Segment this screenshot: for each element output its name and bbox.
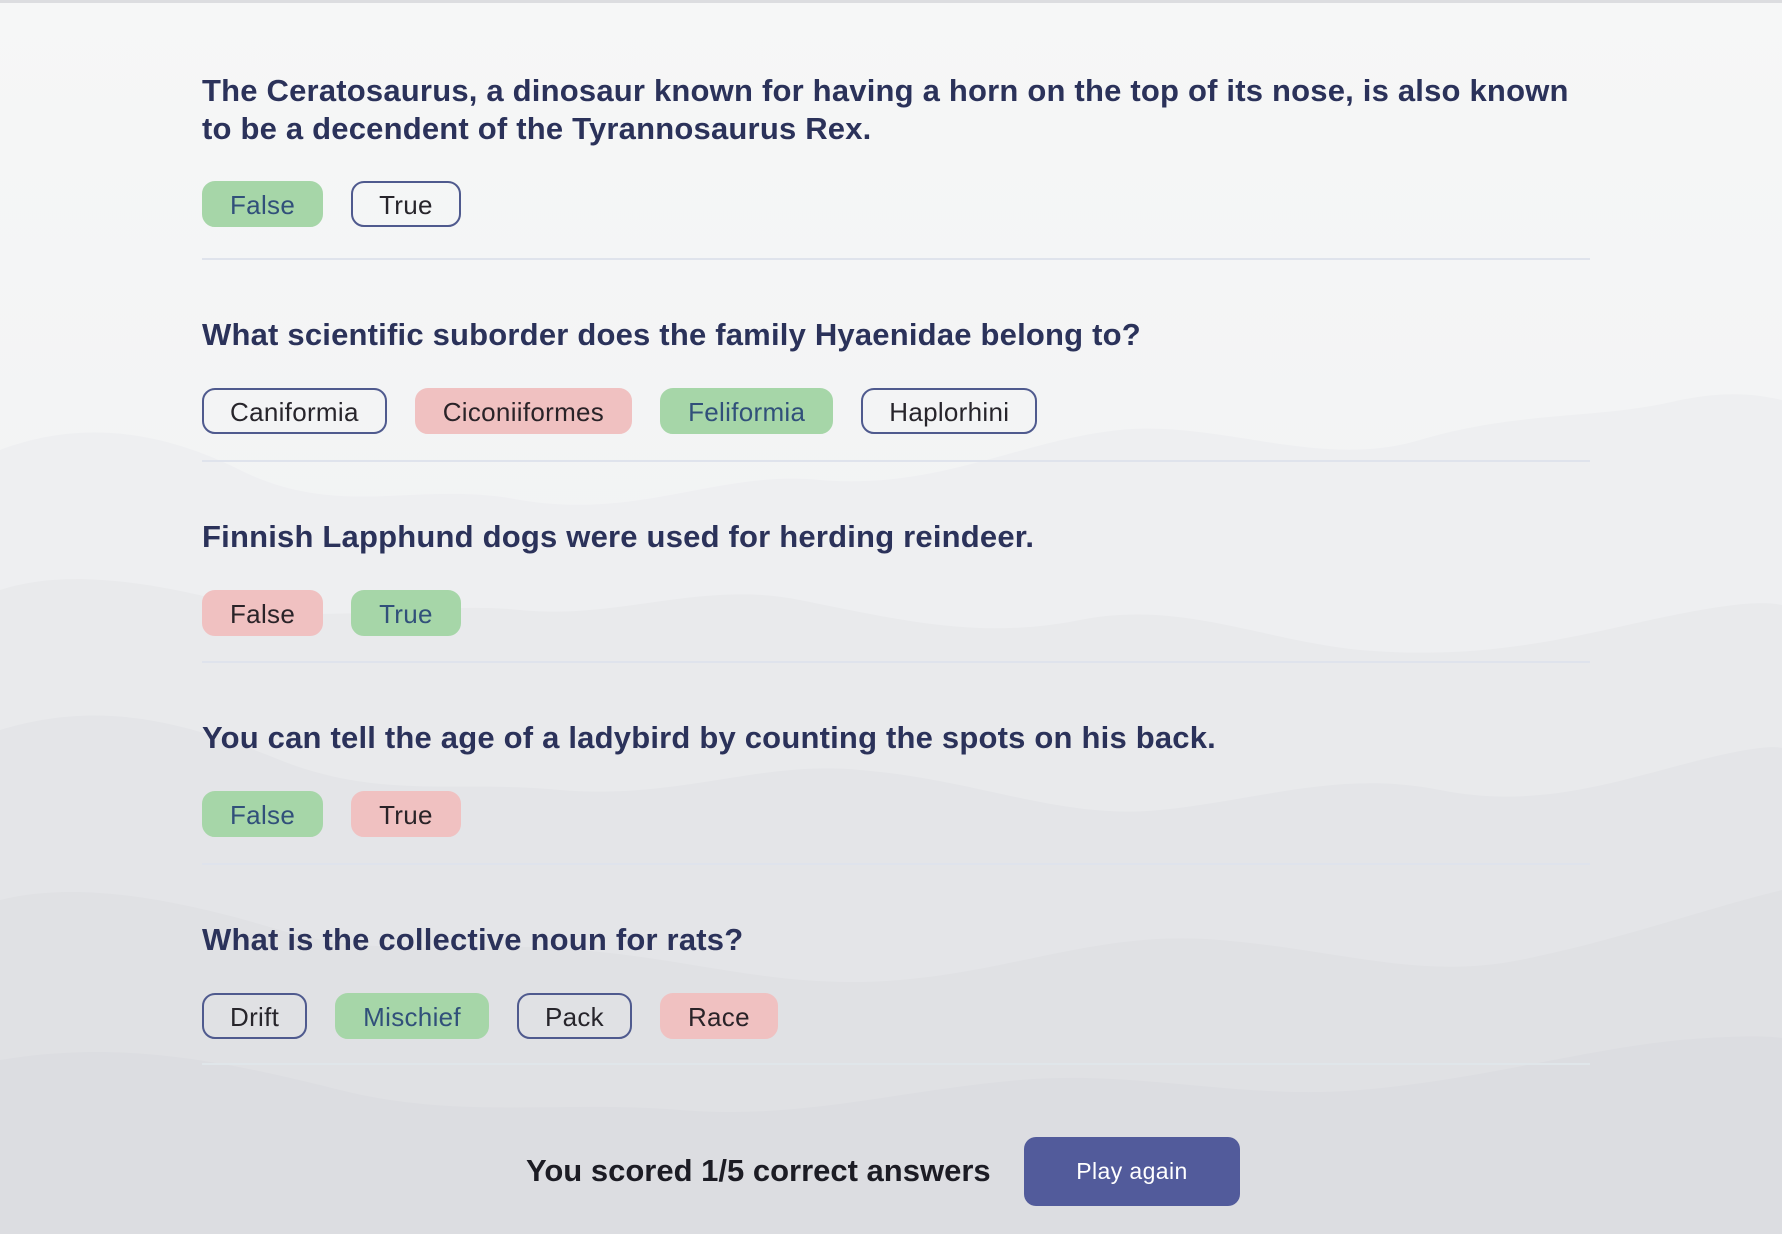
answer-option[interactable]: True — [351, 791, 461, 837]
answer-options: False True — [202, 181, 1590, 227]
answer-option[interactable]: Pack — [516, 993, 632, 1039]
answer-option[interactable]: Caniformia — [202, 388, 387, 434]
question-2: What scientific suborder does the family… — [202, 260, 1590, 462]
score-text: You scored 1/5 correct answers — [526, 1153, 991, 1188]
answer-options: Drift Mischief Pack Race — [202, 993, 1590, 1039]
quiz-list: The Ceratosaurus, a dinosaur known for h… — [202, 72, 1590, 1065]
answer-option[interactable]: True — [351, 590, 461, 636]
answer-option[interactable]: Drift — [202, 993, 308, 1039]
answer-option[interactable]: Haplorhini — [861, 388, 1038, 434]
question-text: Finnish Lapphund dogs were used for herd… — [202, 519, 1035, 554]
question-5: What is the collective noun for rats? Dr… — [202, 865, 1590, 1065]
window-top-border — [0, 0, 1782, 3]
answer-option[interactable]: False — [202, 791, 324, 837]
results-footer: You scored 1/5 correct answers Play agai… — [0, 1137, 1782, 1207]
answer-option[interactable]: Feliformia — [660, 388, 834, 434]
question-3: Finnish Lapphund dogs were used for herd… — [202, 462, 1590, 663]
play-again-button[interactable]: Play again — [1024, 1137, 1240, 1206]
question-text: The Ceratosaurus, a dinosaur known for h… — [202, 73, 1569, 146]
question-text: What scientific suborder does the family… — [202, 317, 1141, 352]
answer-option[interactable]: True — [351, 181, 461, 227]
answer-options: False True — [202, 590, 1590, 636]
answer-options: False True — [202, 791, 1590, 837]
answer-option[interactable]: False — [202, 181, 324, 227]
answer-option[interactable]: False — [202, 590, 324, 636]
answer-option[interactable]: Ciconiiformes — [414, 388, 633, 434]
answer-options: Caniformia Ciconiiformes Feliformia Hapl… — [202, 388, 1590, 434]
answer-option[interactable]: Race — [659, 993, 778, 1039]
question-1: The Ceratosaurus, a dinosaur known for h… — [202, 72, 1590, 260]
answer-option[interactable]: Mischief — [335, 993, 489, 1039]
question-text: You can tell the age of a ladybird by co… — [202, 720, 1216, 755]
question-text: What is the collective noun for rats? — [202, 922, 744, 957]
question-4: You can tell the age of a ladybird by co… — [202, 663, 1590, 865]
